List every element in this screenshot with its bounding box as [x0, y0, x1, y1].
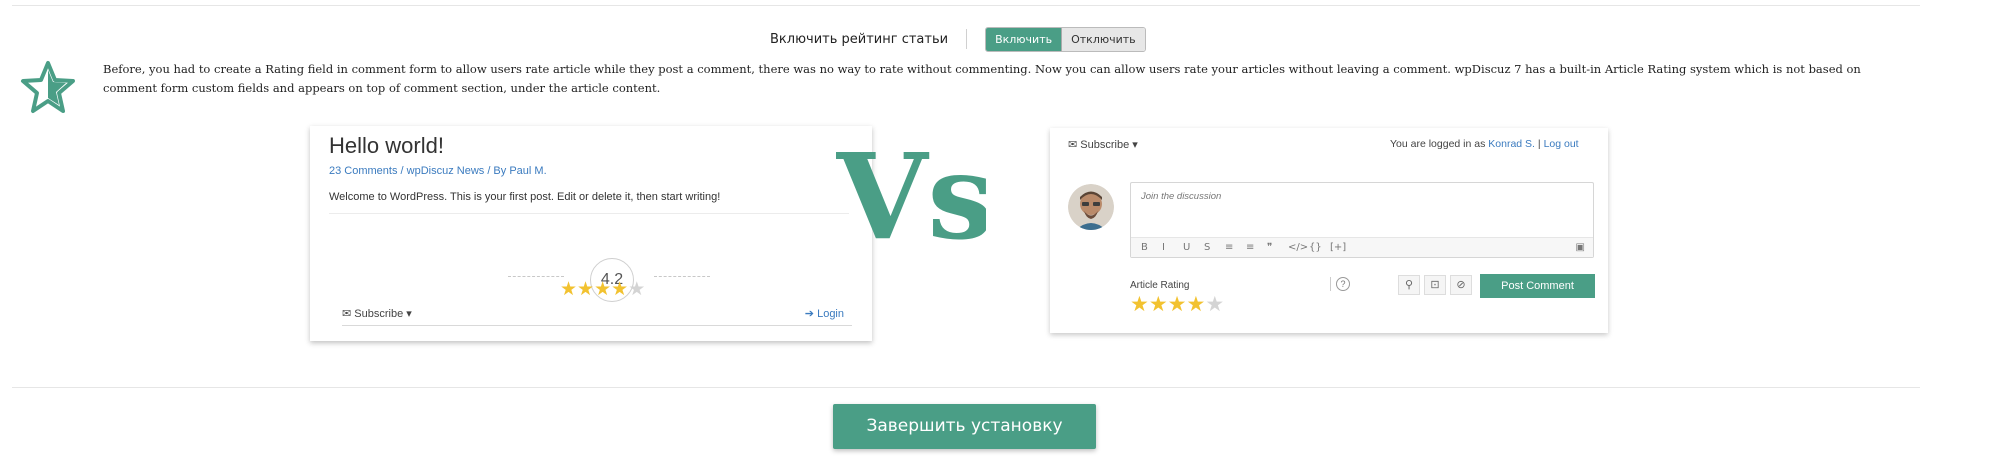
rating-line-right	[654, 276, 710, 277]
subscribe-label-right: Subscribe	[1080, 139, 1130, 151]
post-comment-button[interactable]: Post Comment	[1480, 274, 1595, 298]
toggle-separator	[966, 29, 968, 49]
underline-icon[interactable]: U	[1183, 242, 1190, 253]
rating-star[interactable]: ★	[1130, 293, 1149, 316]
rating-star[interactable]: ★	[594, 279, 611, 300]
strike-icon[interactable]: S	[1204, 242, 1210, 253]
sign-in-icon: ➔	[804, 308, 815, 320]
rating-star[interactable]: ★	[1186, 293, 1205, 316]
left-rating-stars: ★★★★★	[560, 279, 645, 300]
rating-star[interactable]: ★	[628, 279, 645, 300]
star-icon	[21, 61, 75, 113]
italic-icon[interactable]: I	[1162, 242, 1165, 253]
enable-rating-button[interactable]: Включить	[986, 27, 1062, 51]
rating-toggle-row: Включить рейтинг статьи Включить Отключи…	[770, 26, 1146, 52]
rating-star[interactable]: ★	[560, 279, 577, 300]
envelope-icon: ✉	[342, 308, 352, 320]
bold-icon[interactable]: B	[1141, 242, 1148, 253]
subscribe-label: Subscribe	[354, 308, 404, 320]
lock-icon[interactable]: ⊡	[1424, 275, 1446, 295]
login-link[interactable]: ➔ Login	[805, 307, 844, 320]
image-upload-icon[interactable]: ▣	[1576, 242, 1585, 253]
rating-star[interactable]: ★	[1149, 293, 1168, 316]
login-label: Login	[817, 308, 844, 320]
subscribe-dropdown[interactable]: ✉ Subscribe ▾	[342, 307, 412, 320]
bottom-divider	[12, 387, 1920, 388]
comment-placeholder: Join the discussion	[1141, 191, 1222, 202]
logged-in-status: You are logged in as Konrad S. | Log out	[1390, 138, 1579, 150]
unordered-list-icon[interactable]: ≡	[1246, 242, 1254, 253]
rating-line-left	[508, 276, 564, 277]
article-rating-label: Article Rating	[1130, 280, 1190, 291]
avatar	[1068, 184, 1114, 230]
logged-prefix: You are logged in as	[1390, 138, 1486, 150]
feature-description: Before, you had to create a Rating field…	[103, 62, 1861, 95]
top-divider	[12, 5, 1920, 6]
versus-label: Vs	[836, 128, 986, 266]
caret-down-icon: ▾	[406, 308, 412, 320]
user-link[interactable]: Konrad S.	[1488, 138, 1535, 150]
post-meta: 23 Comments / wpDiscuz News / By Paul M.	[329, 165, 547, 177]
logout-separator: |	[1537, 138, 1541, 150]
code-block-icon[interactable]: {}	[1309, 242, 1322, 253]
help-separator	[1330, 277, 1331, 291]
mute-icon[interactable]: ⊘	[1450, 275, 1472, 295]
toggle-group: Включить Отключить	[985, 26, 1146, 52]
left-card-footer: ✉ Subscribe ▾ ➔ Login	[342, 304, 852, 326]
caret-down-icon: ▾	[1132, 139, 1138, 151]
article-rating-preview: Hello world! 23 Comments / wpDiscuz News…	[310, 126, 872, 341]
envelope-icon: ✉	[1068, 139, 1078, 151]
toggle-label: Включить рейтинг статьи	[770, 31, 949, 47]
comment-textarea[interactable]: Join the discussion ▣ B I U S ≡ ≡ ❞ </>{} [+]	[1130, 182, 1594, 258]
rating-star[interactable]: ★	[611, 279, 628, 300]
spoiler-icon[interactable]: [+]	[1330, 242, 1346, 253]
post-title: Hello world!	[329, 133, 444, 158]
disable-rating-button[interactable]: Отключить	[1061, 27, 1145, 51]
code-icon[interactable]: </>	[1288, 242, 1308, 253]
comment-form-preview: ✉ Subscribe ▾ You are logged in as Konra…	[1050, 128, 1608, 333]
editor-toolbar: ▣ B I U S ≡ ≡ ❞ </>{} [+]	[1131, 237, 1593, 257]
post-divider	[329, 213, 849, 214]
ordered-list-icon[interactable]: ≡	[1225, 242, 1233, 253]
logout-link[interactable]: Log out	[1544, 138, 1579, 150]
pin-icon[interactable]: ⚲	[1398, 275, 1420, 295]
rating-star[interactable]: ★	[577, 279, 594, 300]
vs-text: Vs	[836, 128, 986, 266]
quote-icon[interactable]: ❞	[1267, 242, 1272, 253]
help-icon[interactable]: ?	[1336, 277, 1350, 291]
rating-star[interactable]: ★	[1205, 293, 1224, 316]
post-body: Welcome to WordPress. This is your first…	[329, 191, 721, 203]
right-rating-stars: ★★★★★	[1130, 293, 1224, 316]
rating-star[interactable]: ★	[1168, 293, 1187, 316]
finish-setup-button[interactable]: Завершить установку	[833, 404, 1096, 449]
subscribe-dropdown-right[interactable]: ✉ Subscribe ▾	[1068, 138, 1138, 151]
